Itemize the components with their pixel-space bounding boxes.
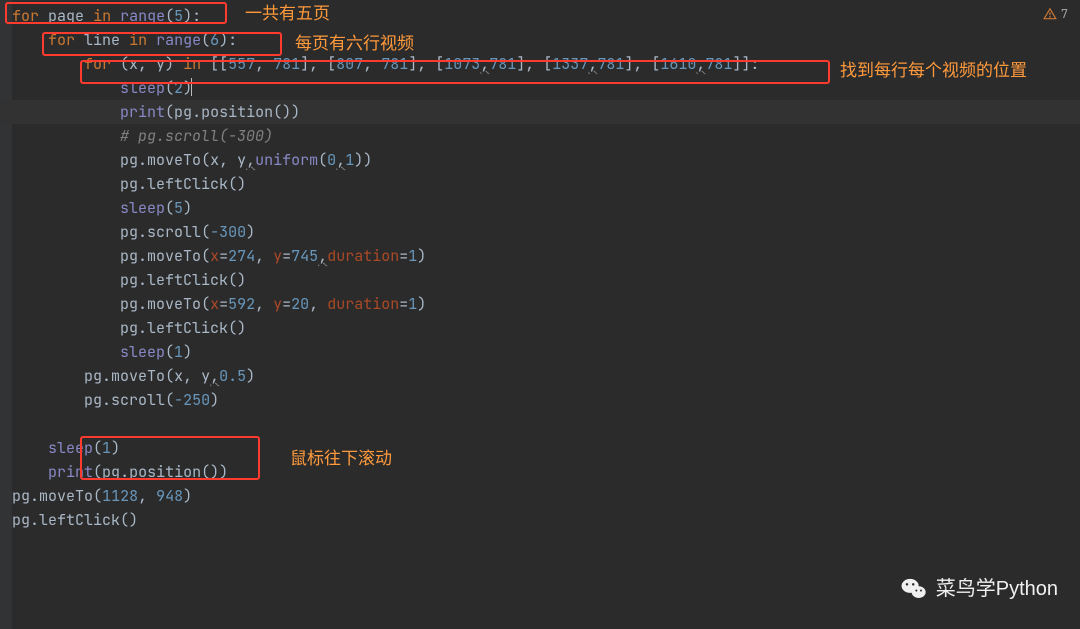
warning-count: 7 [1061,2,1068,26]
annotation-text-2: 每页有六行视频 [295,33,414,55]
warning-icon [1043,7,1057,21]
annotation-text-4: 鼠标往下滚动 [290,448,392,470]
warnings-indicator[interactable]: 7 [1043,2,1068,26]
wechat-icon [900,575,928,603]
watermark: 菜鸟学Python [900,575,1058,603]
watermark-text: 菜鸟学Python [936,577,1058,601]
editor-gutter [0,0,12,629]
annotation-text-3: 找到每行每个视频的位置 [840,60,1027,82]
code-content[interactable]: for page in range(5): for line in range(… [12,4,1080,532]
annotation-text-1: 一共有五页 [245,3,330,25]
